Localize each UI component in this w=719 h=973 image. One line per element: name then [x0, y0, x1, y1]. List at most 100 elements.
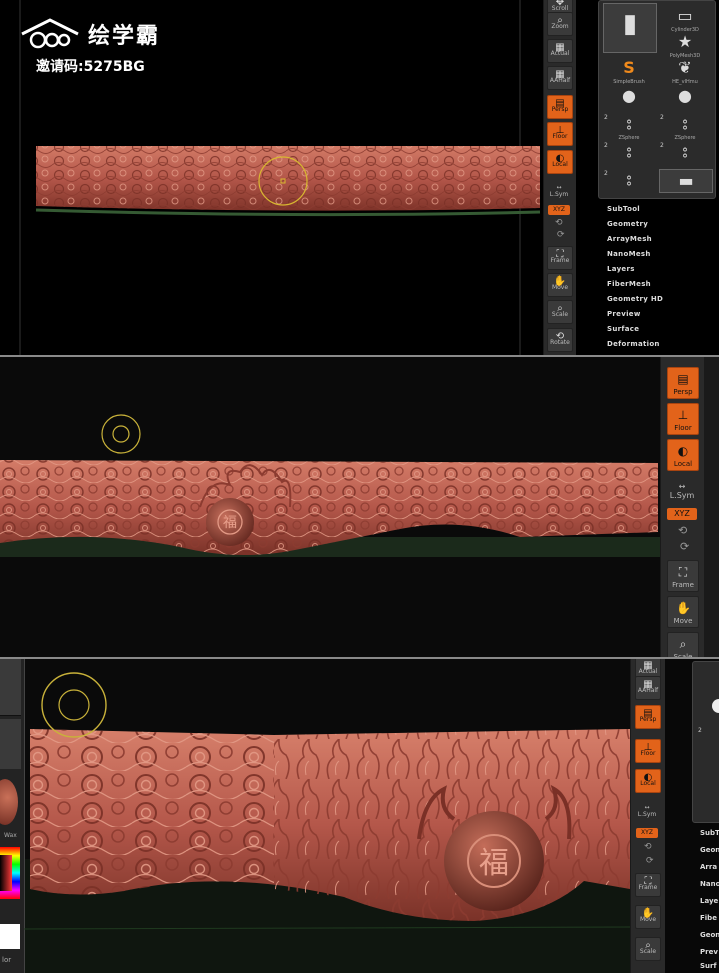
scrollbar[interactable]	[704, 357, 719, 657]
aahalf-button[interactable]: ▦ AAHalf	[547, 66, 573, 90]
frame-icon: ⛶	[556, 249, 564, 260]
tool-palette	[692, 661, 719, 823]
menu-deformation[interactable]: Deformation	[607, 340, 660, 348]
aahalf-button[interactable]: ▦ AAHalf	[635, 676, 661, 700]
sphere-icon[interactable]	[712, 699, 719, 713]
rotate-y-icon[interactable]: ⟲	[678, 524, 687, 537]
local-button[interactable]: ◐ Local	[667, 439, 699, 471]
local-icon: ◐	[643, 772, 653, 783]
menu-subtool[interactable]: SubTool	[607, 205, 640, 213]
color-picker-inner[interactable]	[0, 855, 12, 891]
tool-count: 2	[604, 114, 608, 121]
rotate-button[interactable]: ⟲ Rotate	[547, 328, 573, 352]
rotate-z-icon[interactable]: ⟳	[557, 230, 565, 240]
floor-button[interactable]: ⊥ Floor	[547, 122, 573, 146]
rotate-z-icon[interactable]: ⟳	[680, 540, 689, 553]
rotate-icon: ⟲	[555, 331, 565, 342]
floor-button[interactable]: ⊥ Floor	[635, 739, 661, 763]
svg-text:福: 福	[223, 515, 237, 531]
frame-button[interactable]: ⛶ Frame	[635, 873, 661, 897]
viewport[interactable]: 福	[0, 357, 660, 657]
zsphere-icon: ⦂	[626, 142, 632, 161]
color-label: lor	[2, 956, 12, 964]
actual-button[interactable]: ▦ Actual	[547, 39, 573, 63]
screenshot-panel-2: 福 ▤ Persp ⊥ Floor ◐ Local ↔ L.Sym XYZ ⟲ ⟳ ⛶ F…	[0, 357, 719, 657]
tool-item[interactable]: ▭ Cylinder3D	[659, 5, 711, 33]
viewport[interactable]: 福	[24, 659, 630, 973]
menu-geometry[interactable]: Geon	[700, 846, 719, 854]
menu-surface[interactable]: Surface	[607, 325, 639, 333]
tool-item[interactable]: ⦂	[603, 169, 655, 191]
menu-preview[interactable]: Prev	[700, 948, 718, 956]
menu-subtool[interactable]: SubT	[700, 829, 719, 837]
xyz-button[interactable]: XYZ	[636, 828, 658, 838]
tool-item[interactable]: ●	[603, 85, 655, 107]
xyz-button[interactable]: XYZ	[667, 508, 697, 520]
material-slot[interactable]	[0, 719, 21, 769]
floor-button[interactable]: ⊥ Floor	[667, 403, 699, 435]
viewport[interactable]	[0, 0, 543, 355]
lsym-button[interactable]: ↔ L.Sym	[635, 804, 659, 818]
menu-nanomesh[interactable]: NanoMesh	[607, 250, 651, 258]
rotate-y-icon[interactable]: ⟲	[555, 218, 563, 228]
menu-fibermesh[interactable]: FiberMesh	[607, 280, 651, 288]
move-button[interactable]: ✋ Move	[667, 596, 699, 628]
local-button[interactable]: ◐ Local	[547, 150, 573, 174]
move-button[interactable]: ✋ Move	[635, 905, 661, 929]
tool-item[interactable]: ★ PolyMesh3D	[659, 31, 711, 59]
tool-count: 2	[604, 170, 608, 177]
material-slot[interactable]	[0, 659, 21, 716]
menu-nanomesh[interactable]: Nano	[700, 880, 719, 888]
tool-current[interactable]: ▮	[603, 3, 657, 53]
material-label: Wax	[4, 832, 17, 839]
menu-layers[interactable]: Layers	[607, 265, 635, 273]
tool-item[interactable]: ●	[659, 85, 711, 107]
sculpt-relief: 福	[24, 659, 630, 973]
frame-button[interactable]: ⛶ Frame	[667, 560, 699, 592]
tool-item[interactable]: ⦂ ZSphere	[603, 113, 655, 141]
menu-geometry[interactable]: Geometry	[607, 220, 648, 228]
screenshot-panel-1: 绘学霸 邀请码:5275BG ✥ Scroll ⌕ Zoom ▦ Actual ▦ AA…	[0, 0, 719, 355]
s-icon: S	[623, 58, 635, 77]
tool-count: 2	[660, 114, 664, 121]
persp-icon: ▤	[677, 372, 689, 386]
persp-button[interactable]: ▤ Persp	[667, 367, 699, 399]
tool-item[interactable]: ⦂	[659, 141, 711, 163]
move-button[interactable]: ✋ Move	[547, 273, 573, 297]
tool-item[interactable]: ❦ HE_vIHmu	[659, 57, 711, 85]
lsym-button[interactable]: ↔ L.Sym	[547, 184, 571, 198]
scale-button[interactable]: ⌕ Scale	[667, 632, 699, 657]
sphere-icon: ●	[678, 86, 692, 105]
tool-item[interactable]: S SimpleBrush	[603, 57, 655, 85]
xyz-button[interactable]: XYZ	[548, 205, 570, 215]
menu-layers[interactable]: Laye	[700, 897, 718, 905]
local-button[interactable]: ◐ Local	[635, 769, 661, 793]
persp-button[interactable]: ▤ Persp	[635, 705, 661, 729]
rotate-y-icon[interactable]: ⟲	[644, 842, 652, 852]
zsphere-icon: ⦂	[682, 114, 688, 133]
menu-arraymesh[interactable]: ArrayMesh	[607, 235, 652, 243]
hand-icon: ✋	[641, 908, 655, 919]
tool-item[interactable]: ⦂ ZSphere	[659, 113, 711, 141]
persp-button[interactable]: ▤ Persp	[547, 95, 573, 119]
tool-item[interactable]: ▬	[659, 169, 713, 193]
zoom-button[interactable]: ⌕ Zoom	[547, 12, 573, 36]
tool-item[interactable]: ⦂	[603, 141, 655, 163]
menu-fibermesh[interactable]: Fibe	[700, 914, 717, 922]
menu-geometry-hd[interactable]: Geon	[700, 931, 719, 939]
svg-text:福: 福	[479, 846, 509, 881]
color-swatch[interactable]	[0, 924, 20, 949]
zsphere-icon: ⦂	[682, 142, 688, 161]
cylinder-icon: ▮	[622, 9, 638, 39]
scale-icon: ⌕	[645, 940, 651, 951]
menu-surface[interactable]: Surf	[700, 962, 717, 970]
rotate-z-icon[interactable]: ⟳	[646, 856, 654, 866]
menu-preview[interactable]: Preview	[607, 310, 641, 318]
cylinder-icon: ▬	[678, 171, 694, 190]
frame-button[interactable]: ⛶ Frame	[547, 246, 573, 270]
scale-button[interactable]: ⌕ Scale	[547, 300, 573, 324]
menu-geometry-hd[interactable]: Geometry HD	[607, 295, 663, 303]
scale-button[interactable]: ⌕ Scale	[635, 937, 661, 961]
menu-arraymesh[interactable]: Arra	[700, 863, 717, 871]
lsym-button[interactable]: ↔ L.Sym	[667, 482, 697, 500]
